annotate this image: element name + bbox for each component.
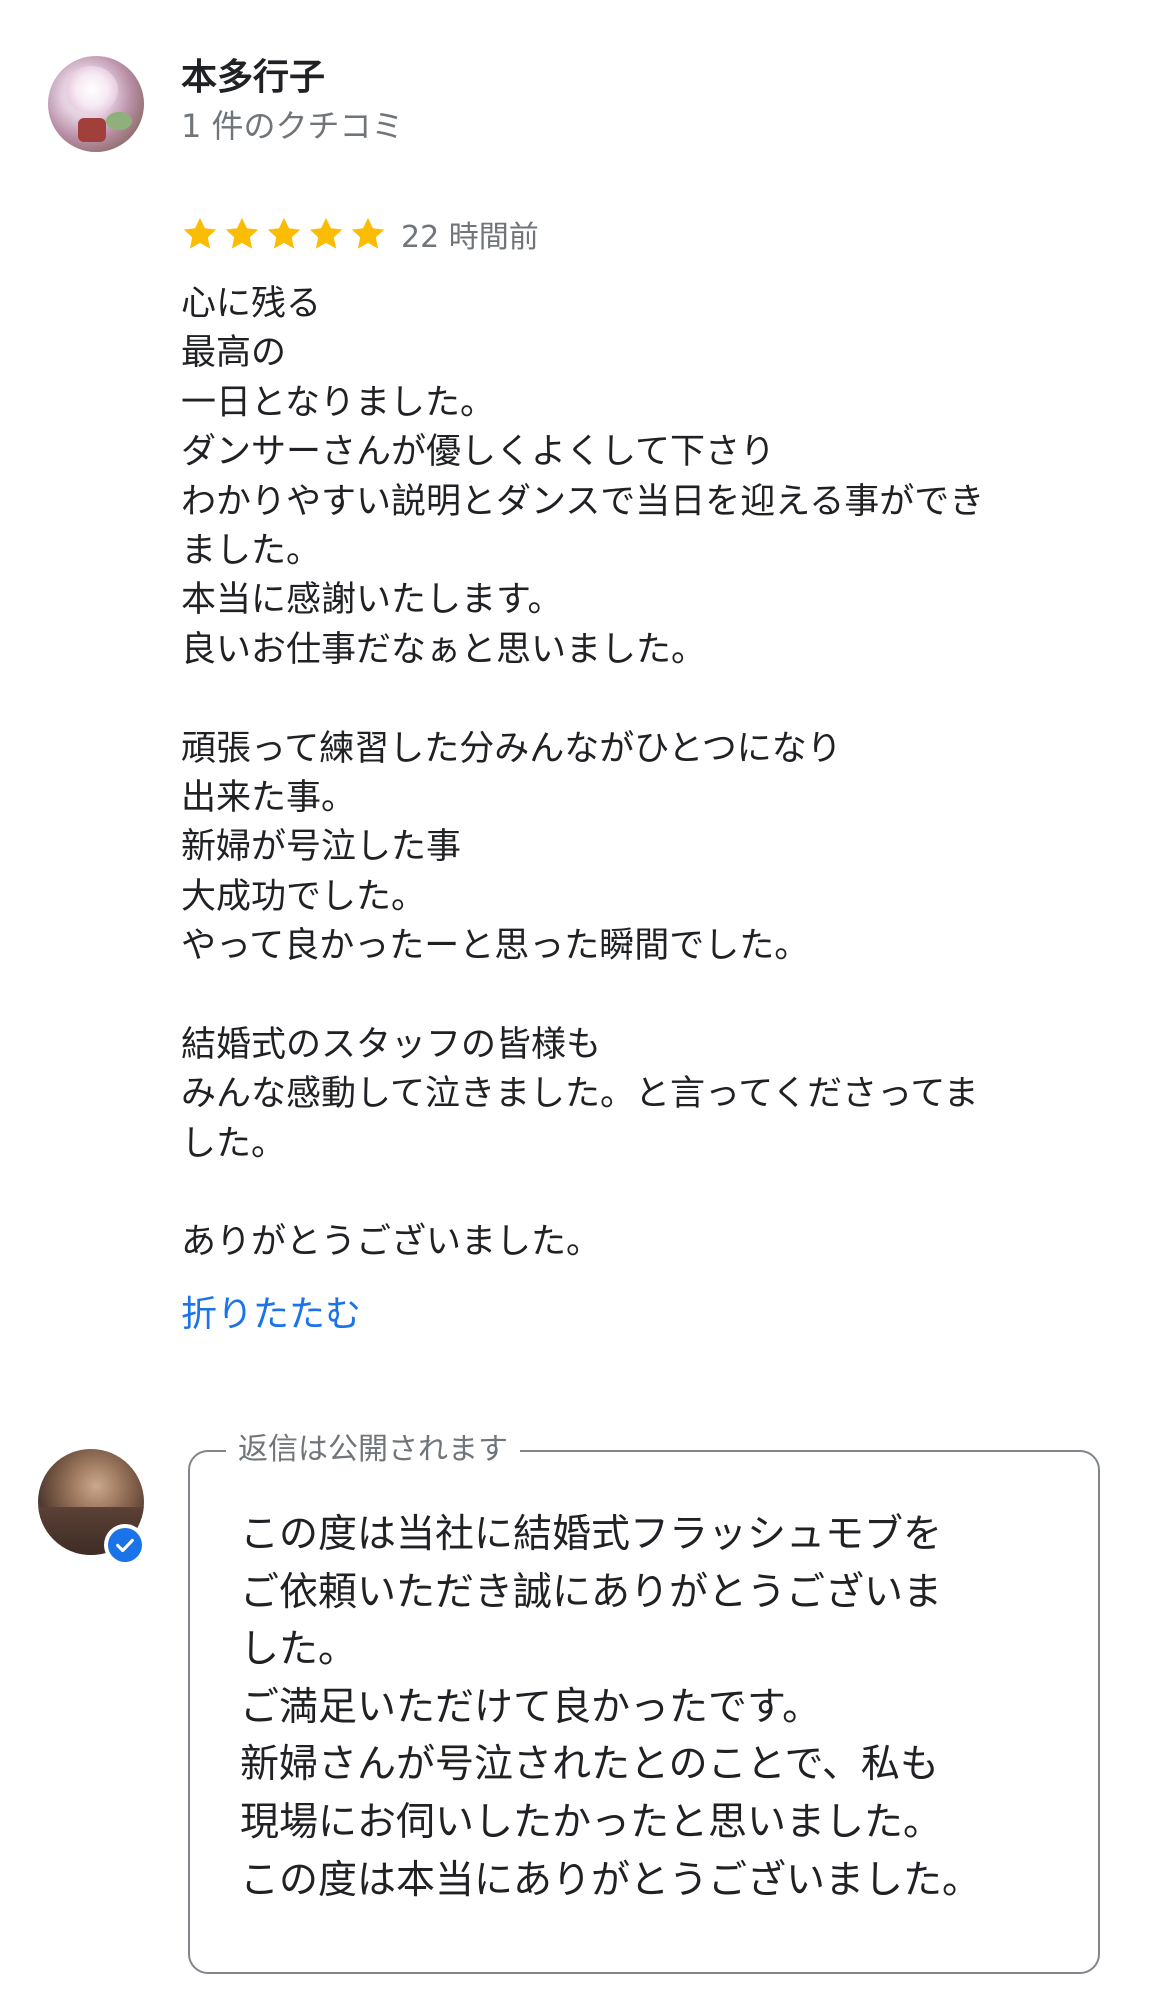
reply-text-line: 現場にお伺いしたかったと思いました。 bbox=[240, 1799, 943, 1845]
avatar-cup-graphic bbox=[78, 118, 106, 142]
reply-text-line: ご満足いただけて良かったです。 bbox=[240, 1684, 822, 1730]
star-icon bbox=[265, 215, 303, 253]
review-text-line bbox=[181, 971, 1081, 1020]
review-text-line: 最高の bbox=[181, 333, 287, 374]
review-time-ago: 22 時間前 bbox=[401, 220, 539, 255]
review-text-line bbox=[181, 675, 1081, 724]
reply-visibility-label: 返信は公開されます bbox=[226, 1428, 520, 1472]
reply-text-line: この度は当社に結婚式フラッシュモブを bbox=[240, 1512, 943, 1557]
reviewer-name[interactable]: 本多行子 bbox=[181, 56, 325, 100]
review-text-line: 心に残る bbox=[181, 284, 322, 324]
reply-text-line: 新婦さんが号泣されたとのことで、私も bbox=[240, 1742, 939, 1788]
review-text-line: みんな感動して泣きました。と言ってくださってま bbox=[181, 1074, 979, 1115]
reviewer-review-count[interactable]: 1 件のクチコミ bbox=[181, 106, 404, 146]
reply-text-line: この度は本当にありがとうございました。 bbox=[240, 1857, 982, 1903]
review-text-line bbox=[181, 1169, 1081, 1218]
reply-text-line: ご依頼いただき誠にありがとうございま bbox=[240, 1569, 943, 1615]
rating-row: 22 時間前 bbox=[181, 212, 539, 256]
verified-check-icon bbox=[108, 1528, 142, 1562]
review-text-line: 本当に感謝いたします。 bbox=[181, 580, 563, 621]
review-text-line: やって良かったーと思った瞬間でした。 bbox=[181, 926, 810, 967]
review-text-line: わかりやすい説明とダンスで当日を迎える事ができ bbox=[181, 481, 985, 522]
owner-reply-text[interactable]: この度は当社に結婚式フラッシュモブを ご依頼いただき誠にありがとうございま した。ご… bbox=[240, 1506, 1080, 1909]
review-text-line: 一日となりました。 bbox=[181, 382, 495, 423]
review-text-line: ダンサーさんが優しくよくして下さり bbox=[181, 432, 775, 473]
review-text-line: 良いお仕事だなぁと思いました。 bbox=[181, 629, 707, 670]
star-icon bbox=[349, 215, 387, 253]
verified-badge bbox=[104, 1524, 146, 1566]
review-text-line: 結婚式のスタッフの皆様も bbox=[181, 1024, 602, 1065]
reviewer-avatar[interactable] bbox=[48, 56, 144, 152]
star-icon bbox=[307, 215, 345, 253]
review-text-line: した。 bbox=[181, 1123, 287, 1164]
review-text-line: ました。 bbox=[181, 530, 322, 571]
review-text-line: 頑張って練習した分みんながひとつになり bbox=[181, 728, 842, 769]
reply-text-line: した。 bbox=[240, 1627, 358, 1673]
avatar-flower-graphic bbox=[66, 66, 118, 114]
review-text-line: 大成功でした。 bbox=[181, 876, 427, 917]
review-text: 心に残る最高の一日となりました。ダンサーさんが優しくよくして下さりわかりやすい説… bbox=[181, 280, 1081, 1268]
collapse-link[interactable]: 折りたたむ bbox=[181, 1290, 361, 1340]
review-text-line: ありがとうございました。 bbox=[181, 1222, 602, 1263]
review-text-line: 出来た事。 bbox=[181, 777, 357, 818]
star-rating bbox=[181, 215, 387, 253]
avatar-leaf-graphic bbox=[106, 112, 132, 130]
star-icon bbox=[181, 215, 219, 253]
star-icon bbox=[223, 215, 261, 253]
review-text-line: 新婦が号泣した事 bbox=[181, 827, 462, 868]
